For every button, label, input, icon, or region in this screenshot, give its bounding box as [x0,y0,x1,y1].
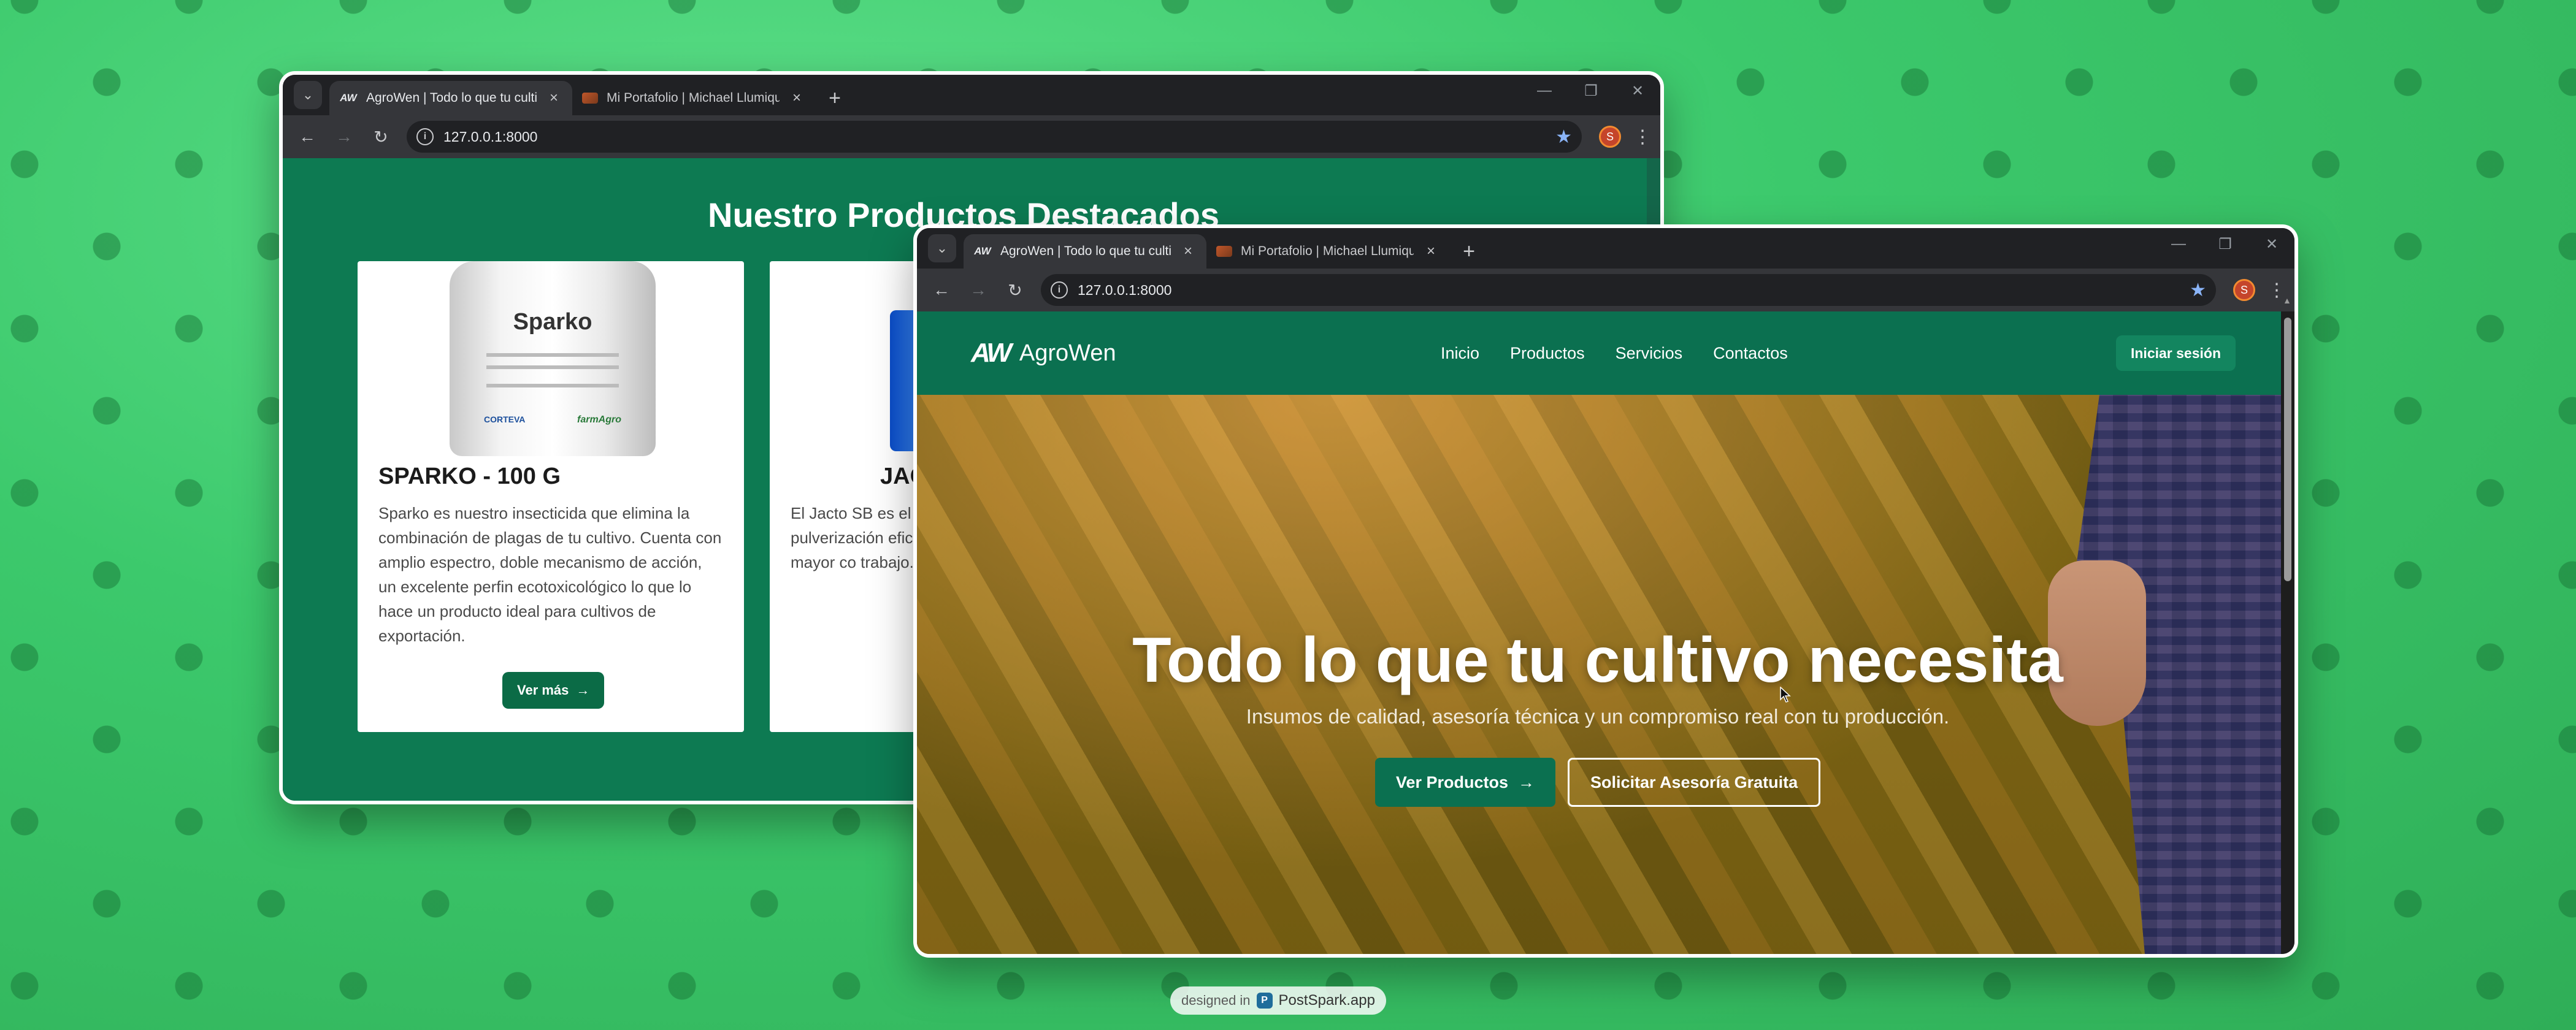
reload-icon[interactable]: ↻ [999,274,1031,306]
tab-title: AgroWen | Todo lo que tu cultivo necesit… [1000,244,1171,258]
brand-name: AgroWen [1019,340,1116,366]
tab-title: AgroWen | Todo lo que tu cultivo necesit… [366,91,537,105]
forward-arrow-icon[interactable]: → [328,121,360,153]
profile-avatar[interactable]: S [2233,279,2255,301]
close-tab-icon[interactable]: × [545,90,562,107]
restore-icon[interactable]: ❐ [2211,235,2239,253]
tab-portafolio[interactable]: Mi Portafolio | Michael Llumiquinga × [1206,234,1449,269]
label-logo-right: farmAgro [577,414,621,425]
next-section-peek: N [810,802,828,804]
tab-portafolio[interactable]: Mi Portafolio | Michael Llumiquinga × [572,81,815,115]
browser-window-front: ⌄ AW AgroWen | Todo lo que tu cultivo ne… [913,224,2298,958]
tab-title: Mi Portafolio | Michael Llumiquinga [1241,244,1414,258]
site-info-icon[interactable]: i [1051,281,1068,299]
minimize-icon[interactable]: — [2164,235,2193,253]
agrowen-homepage: AW AgroWen Inicio Productos Servicios Co… [917,296,2294,954]
product-name: SPARKO - 100 G [378,464,561,489]
browser-toolbar: ← → ↻ i 127.0.0.1:8000 ★ S ⋮ [917,269,2294,311]
sprayer-image [890,310,914,451]
tab-search-button[interactable]: ⌄ [928,234,956,262]
agrowen-favicon-icon: AW [974,245,991,257]
tab-agrowen[interactable]: AW AgroWen | Todo lo que tu cultivo nece… [329,81,572,115]
arrow-right-icon: → [1517,772,1535,792]
scrollbar-thumb[interactable] [2284,318,2291,581]
new-tab-button[interactable]: + [1457,240,1481,264]
main-menu: Inicio Productos Servicios Contactos [1441,344,1788,363]
back-arrow-icon[interactable]: ← [926,274,957,306]
address-bar[interactable]: i 127.0.0.1:8000 ★ [1041,274,2216,306]
sparko-jug-image: Sparko CORTEVA farmAgro [450,261,656,456]
tab-strip: ⌄ AW AgroWen | Todo lo que tu cultivo ne… [917,228,2294,269]
ver-mas-button[interactable]: Ver más → [502,672,605,709]
portfolio-favicon-icon [1216,246,1232,257]
bookmark-star-icon[interactable]: ★ [2190,280,2206,301]
menu-kebab-icon[interactable]: ⋮ [1633,126,1652,148]
arrow-right-icon: → [576,682,590,698]
ver-productos-button[interactable]: Ver Productos → [1374,758,1555,807]
hero-title: Todo lo que tu cultivo necesita [1132,625,2063,696]
site-navbar: AW AgroWen Inicio Productos Servicios Co… [917,311,2294,395]
postspark-logo-icon: P [1256,993,1273,1009]
reload-icon[interactable]: ↻ [365,121,397,153]
badge-prefix: designed in [1181,993,1251,1008]
postspark-badge[interactable]: designed in P PostSpark.app [1170,986,1386,1015]
site-info-icon[interactable]: i [416,128,434,145]
url-text: 127.0.0.1:8000 [443,128,538,145]
login-button[interactable]: Iniciar sesión [2115,335,2236,371]
nav-link-productos[interactable]: Productos [1510,344,1585,363]
tab-agrowen[interactable]: AW AgroWen | Todo lo que tu cultivo nece… [964,234,1206,269]
url-text: 127.0.0.1:8000 [1078,281,1172,298]
scroll-up-icon[interactable]: ▲ [2283,296,2291,305]
tab-strip: ⌄ AW AgroWen | Todo lo que tu cultivo ne… [283,75,1660,115]
close-window-icon[interactable]: ✕ [2258,235,2286,253]
close-tab-icon[interactable]: × [1179,243,1197,260]
label-brand: Sparko [513,309,592,335]
forward-arrow-icon[interactable]: → [962,274,994,306]
agrowen-favicon-icon: AW [340,92,357,104]
close-tab-icon[interactable]: × [788,90,805,107]
brand-logo[interactable]: AW AgroWen [971,338,1116,368]
solicitar-asesoria-button[interactable]: Solicitar Asesoría Gratuita [1567,758,1821,807]
profile-avatar[interactable]: S [1599,126,1621,148]
product-image: Sparko CORTEVA farmAgro [358,261,744,464]
browser-toolbar: ← → ↻ i 127.0.0.1:8000 ★ S ⋮ [283,115,1660,158]
back-arrow-icon[interactable]: ← [291,121,323,153]
new-tab-button[interactable]: + [822,86,847,110]
hero-section: Todo lo que tu cultivo necesita Insumos … [917,395,2281,954]
product-description: Sparko es nuestro insecticida que elimin… [378,504,722,645]
tab-search-button[interactable]: ⌄ [294,81,322,109]
hero-buttons: Ver Productos → Solicitar Asesoría Gratu… [917,758,2279,807]
restore-icon[interactable]: ❐ [1577,82,1605,100]
button-label: Ver Productos [1395,772,1508,792]
scrollbar[interactable]: ▲ [2281,296,2294,954]
tab-title: Mi Portafolio | Michael Llumiquinga [607,91,780,105]
label-logo-left: CORTEVA [484,414,526,424]
nav-link-contactos[interactable]: Contactos [1713,344,1788,363]
close-tab-icon[interactable]: × [1422,243,1439,260]
address-bar[interactable]: i 127.0.0.1:8000 ★ [407,121,1582,153]
window-controls: — ❐ ✕ [2164,235,2286,253]
product-card: Sparko CORTEVA farmAgro SPARKO - 100 G S… [358,261,744,732]
window-controls: — ❐ ✕ [1530,82,1652,100]
nav-link-inicio[interactable]: Inicio [1441,344,1479,363]
bookmark-star-icon[interactable]: ★ [1555,126,1572,148]
portfolio-favicon-icon [582,93,598,104]
close-window-icon[interactable]: ✕ [1623,82,1652,100]
badge-brand: PostSpark.app [1278,992,1375,1009]
button-label: Ver más [517,682,569,698]
nav-link-servicios[interactable]: Servicios [1616,344,1683,363]
minimize-icon[interactable]: — [1530,82,1558,100]
hero-subtitle: Insumos de calidad, asesoría técnica y u… [1246,705,1950,728]
brand-mark: AW [971,338,1012,368]
mouse-cursor-icon [1780,687,1791,703]
